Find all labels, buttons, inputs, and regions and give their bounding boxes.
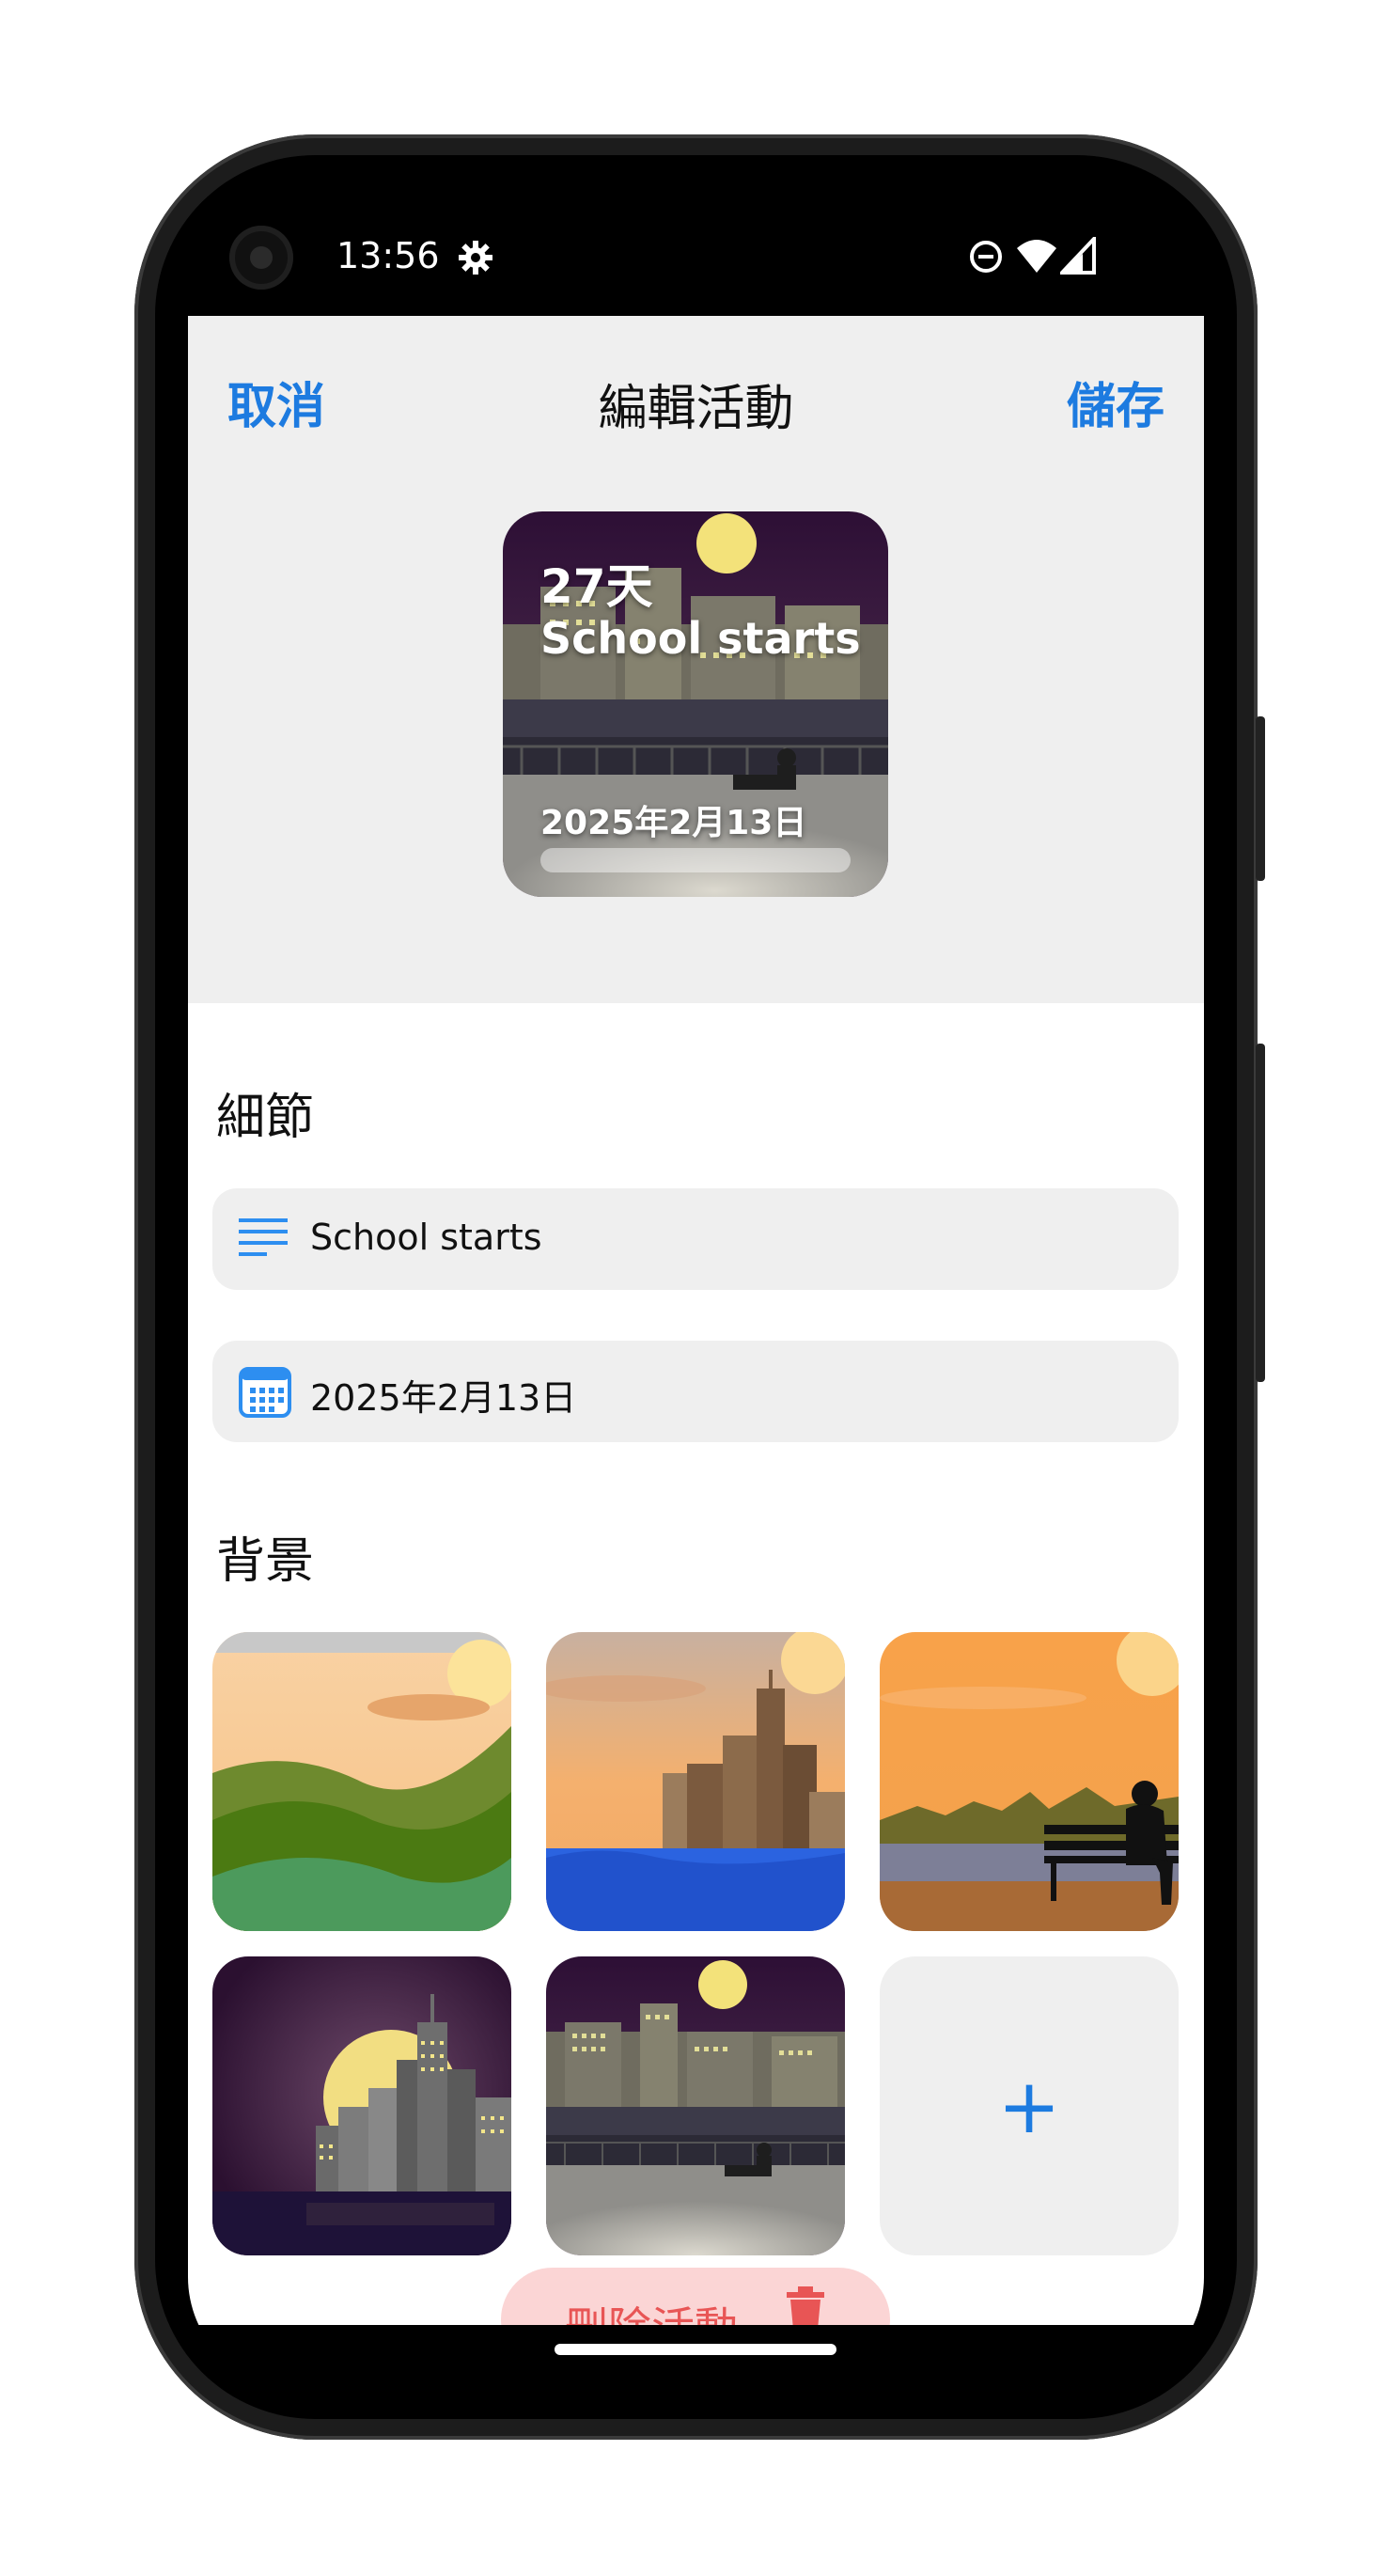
calendar-icon	[239, 1367, 291, 1418]
preview-event-title: School starts	[540, 613, 861, 664]
background-section-title: 背景	[216, 1533, 315, 1590]
background-option-city-sea-sunset[interactable]	[546, 1632, 845, 1931]
background-option-bench-sunset[interactable]	[880, 1632, 1179, 1931]
delete-event-button[interactable]: 刪除活動	[501, 2268, 890, 2325]
page-title: 編輯活動	[598, 381, 794, 437]
wifi-icon	[1017, 240, 1056, 273]
do-not-disturb-icon	[970, 241, 1002, 273]
event-date-field[interactable]: 2025年2月13日	[212, 1341, 1179, 1442]
event-title-field[interactable]: School starts	[212, 1188, 1179, 1290]
front-camera	[229, 226, 293, 290]
city-moon-purple-image	[212, 1956, 511, 2255]
details-section-title: 細節	[216, 1090, 315, 1146]
home-indicator[interactable]	[555, 2344, 836, 2355]
background-option-city-night-bench[interactable]	[546, 1956, 845, 2255]
status-bar: 13:56	[188, 184, 1204, 316]
phone-screen: 13:56 取消 編輯活動 儲存 27天 School starts 2025年…	[188, 184, 1204, 2390]
bench-sunset-image	[880, 1632, 1179, 1931]
settings-gear-icon	[459, 241, 492, 275]
delete-event-label: 刪除活動	[565, 2294, 738, 2325]
preview-progress-track	[540, 848, 851, 872]
volume-button	[1256, 1044, 1265, 1382]
status-time: 13:56	[336, 235, 440, 276]
city-night-bench-image	[546, 1956, 845, 2255]
preview-event-date: 2025年2月13日	[540, 804, 807, 842]
power-button	[1256, 716, 1265, 881]
background-option-city-moon-purple[interactable]	[212, 1956, 511, 2255]
event-date-value: 2025年2月13日	[310, 1377, 577, 1419]
navigation-bar	[188, 2325, 1204, 2390]
event-title-value: School starts	[310, 1217, 542, 1258]
text-lines-icon	[239, 1218, 288, 1256]
green-hills-image	[212, 1632, 511, 1931]
edit-event-screen: 取消 編輯活動 儲存 27天 School starts 2025年2月13日 …	[188, 316, 1204, 2325]
trash-icon	[787, 2286, 824, 2325]
city-sea-sunset-image	[546, 1632, 845, 1931]
save-button[interactable]: 儲存	[1067, 367, 1164, 437]
add-icon: +	[997, 2062, 1061, 2150]
background-option-green-hills[interactable]	[212, 1632, 511, 1931]
event-preview-card: 27天 School starts 2025年2月13日	[503, 511, 888, 897]
cell-signal-icon	[1060, 237, 1096, 275]
add-background-button[interactable]: +	[880, 1956, 1179, 2255]
preview-days-left: 27天	[540, 559, 653, 614]
